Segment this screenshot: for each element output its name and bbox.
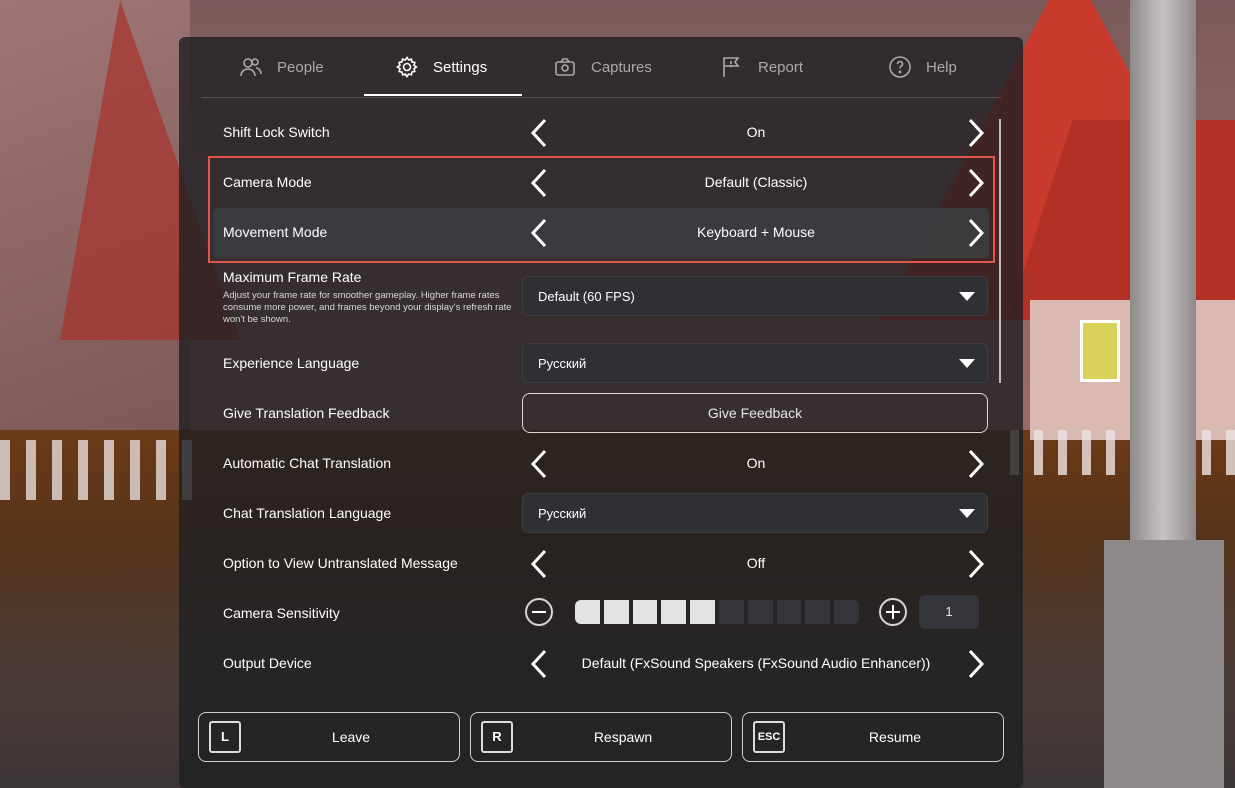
key-hint: L bbox=[209, 721, 241, 753]
button-label: Leave bbox=[331, 729, 371, 745]
setting-label: Chat Translation Language bbox=[223, 505, 392, 521]
key-hint: R bbox=[481, 721, 513, 753]
tab-captures[interactable]: Captures bbox=[553, 37, 652, 97]
setting-label: Output Device bbox=[223, 655, 312, 671]
slider-segment bbox=[690, 600, 715, 624]
setting-shift-lock: Shift Lock Switch On bbox=[213, 108, 989, 158]
tab-bar: People Settings Captures Report Help bbox=[201, 37, 1001, 98]
setting-value: Off bbox=[746, 555, 766, 571]
tab-help-label: Help bbox=[926, 58, 957, 76]
tab-people[interactable]: People bbox=[239, 37, 324, 97]
language-dropdown[interactable]: Русский bbox=[522, 343, 988, 383]
tab-captures-label: Captures bbox=[591, 58, 652, 76]
flag-icon bbox=[720, 55, 744, 79]
tab-report[interactable]: Report bbox=[720, 37, 803, 97]
slider-segment bbox=[661, 600, 687, 624]
minus-icon[interactable] bbox=[525, 598, 553, 626]
setting-auto-chat-translation: Automatic Chat Translation On bbox=[213, 439, 989, 489]
chevron-left-icon[interactable] bbox=[523, 547, 557, 581]
tab-settings-label: Settings bbox=[433, 58, 488, 76]
setting-value: Default (FxSound Speakers (FxSound Audio… bbox=[581, 655, 931, 671]
slider-segment bbox=[632, 600, 658, 624]
setting-value: Default (Classic) bbox=[704, 174, 808, 190]
plus-icon[interactable] bbox=[879, 598, 907, 626]
chevron-left-icon[interactable] bbox=[523, 647, 557, 681]
chevron-right-icon[interactable] bbox=[958, 447, 992, 481]
chevron-right-icon[interactable] bbox=[958, 166, 992, 200]
setting-label: Option to View Untranslated Message bbox=[223, 555, 458, 571]
setting-label: Shift Lock Switch bbox=[223, 124, 330, 140]
pole-base bbox=[1104, 540, 1224, 788]
slider-segment bbox=[575, 600, 600, 624]
setting-description: Adjust your frame rate for smoother game… bbox=[223, 290, 512, 325]
tab-report-label: Report bbox=[758, 58, 804, 76]
slider-segment bbox=[776, 600, 802, 624]
setting-label: Maximum Frame Rate bbox=[223, 269, 362, 285]
chevron-left-icon[interactable] bbox=[523, 216, 557, 250]
dropdown-value: Default (60 FPS) bbox=[538, 289, 635, 304]
setting-experience-language: Experience Language Русский bbox=[213, 339, 989, 389]
frame-rate-dropdown[interactable]: Default (60 FPS) bbox=[522, 276, 988, 316]
setting-output-device: Output Device Default (FxSound Speakers … bbox=[213, 639, 989, 689]
setting-chat-translation-language: Chat Translation Language Русский bbox=[213, 489, 989, 539]
chat-language-dropdown[interactable]: Русский bbox=[522, 493, 988, 533]
setting-untranslated-option: Option to View Untranslated Message Off bbox=[213, 539, 989, 589]
chevron-right-icon[interactable] bbox=[958, 647, 992, 681]
chevron-right-icon[interactable] bbox=[958, 116, 992, 150]
setting-label: Automatic Chat Translation bbox=[223, 455, 392, 471]
setting-camera-sensitivity: Camera Sensitivity 1 bbox=[213, 589, 989, 639]
house-window bbox=[1080, 320, 1120, 382]
dropdown-value: Русский bbox=[538, 356, 587, 371]
fence-right bbox=[1010, 430, 1235, 475]
setting-translation-feedback: Give Translation Feedback Give Feedback bbox=[213, 389, 989, 439]
chevron-left-icon[interactable] bbox=[523, 116, 557, 150]
caret-down-icon bbox=[959, 359, 975, 368]
dropdown-value: Русский bbox=[538, 506, 587, 521]
fence bbox=[0, 440, 200, 500]
button-label: Resume bbox=[868, 729, 922, 745]
setting-value: Keyboard + Mouse bbox=[697, 224, 815, 240]
leave-button[interactable]: L Leave bbox=[198, 712, 460, 762]
sensitivity-slider[interactable] bbox=[575, 600, 859, 624]
caret-down-icon bbox=[959, 292, 975, 301]
give-feedback-button[interactable]: Give Feedback bbox=[522, 393, 988, 433]
setting-movement-mode: Movement Mode Keyboard + Mouse bbox=[213, 208, 989, 258]
active-tab-indicator bbox=[364, 94, 522, 96]
camera-icon bbox=[553, 55, 577, 79]
scrollbar[interactable] bbox=[999, 119, 1001, 383]
people-icon bbox=[239, 55, 263, 79]
setting-label: Movement Mode bbox=[223, 224, 328, 240]
tab-settings[interactable]: Settings bbox=[395, 37, 487, 97]
slider-segment bbox=[805, 600, 831, 624]
button-label: Respawn bbox=[593, 729, 653, 745]
setting-frame-rate: Maximum Frame Rate Adjust your frame rat… bbox=[213, 265, 989, 339]
setting-value: On bbox=[746, 124, 766, 140]
settings-menu: People Settings Captures Report Help Shi… bbox=[179, 37, 1023, 788]
setting-label: Camera Mode bbox=[223, 174, 312, 190]
chevron-right-icon[interactable] bbox=[958, 547, 992, 581]
tab-help[interactable]: Help bbox=[888, 37, 957, 97]
setting-label: Give Translation Feedback bbox=[223, 405, 390, 421]
slider-segment bbox=[603, 600, 629, 624]
setting-value: On bbox=[746, 455, 766, 471]
caret-down-icon bbox=[959, 509, 975, 518]
gear-icon bbox=[395, 55, 419, 79]
setting-label: Camera Sensitivity bbox=[223, 605, 340, 621]
chevron-left-icon[interactable] bbox=[523, 447, 557, 481]
chevron-right-icon[interactable] bbox=[958, 216, 992, 250]
slider-segment bbox=[747, 600, 773, 624]
key-hint: ESC bbox=[753, 721, 785, 753]
setting-camera-mode: Camera Mode Default (Classic) bbox=[213, 158, 989, 208]
sensitivity-input[interactable]: 1 bbox=[919, 595, 979, 629]
tab-people-label: People bbox=[277, 58, 324, 76]
help-icon bbox=[888, 55, 912, 79]
resume-button[interactable]: ESC Resume bbox=[742, 712, 1004, 762]
setting-label: Experience Language bbox=[223, 355, 360, 371]
respawn-button[interactable]: R Respawn bbox=[470, 712, 732, 762]
chevron-left-icon[interactable] bbox=[523, 166, 557, 200]
slider-segment bbox=[718, 600, 744, 624]
slider-segment bbox=[834, 600, 859, 624]
